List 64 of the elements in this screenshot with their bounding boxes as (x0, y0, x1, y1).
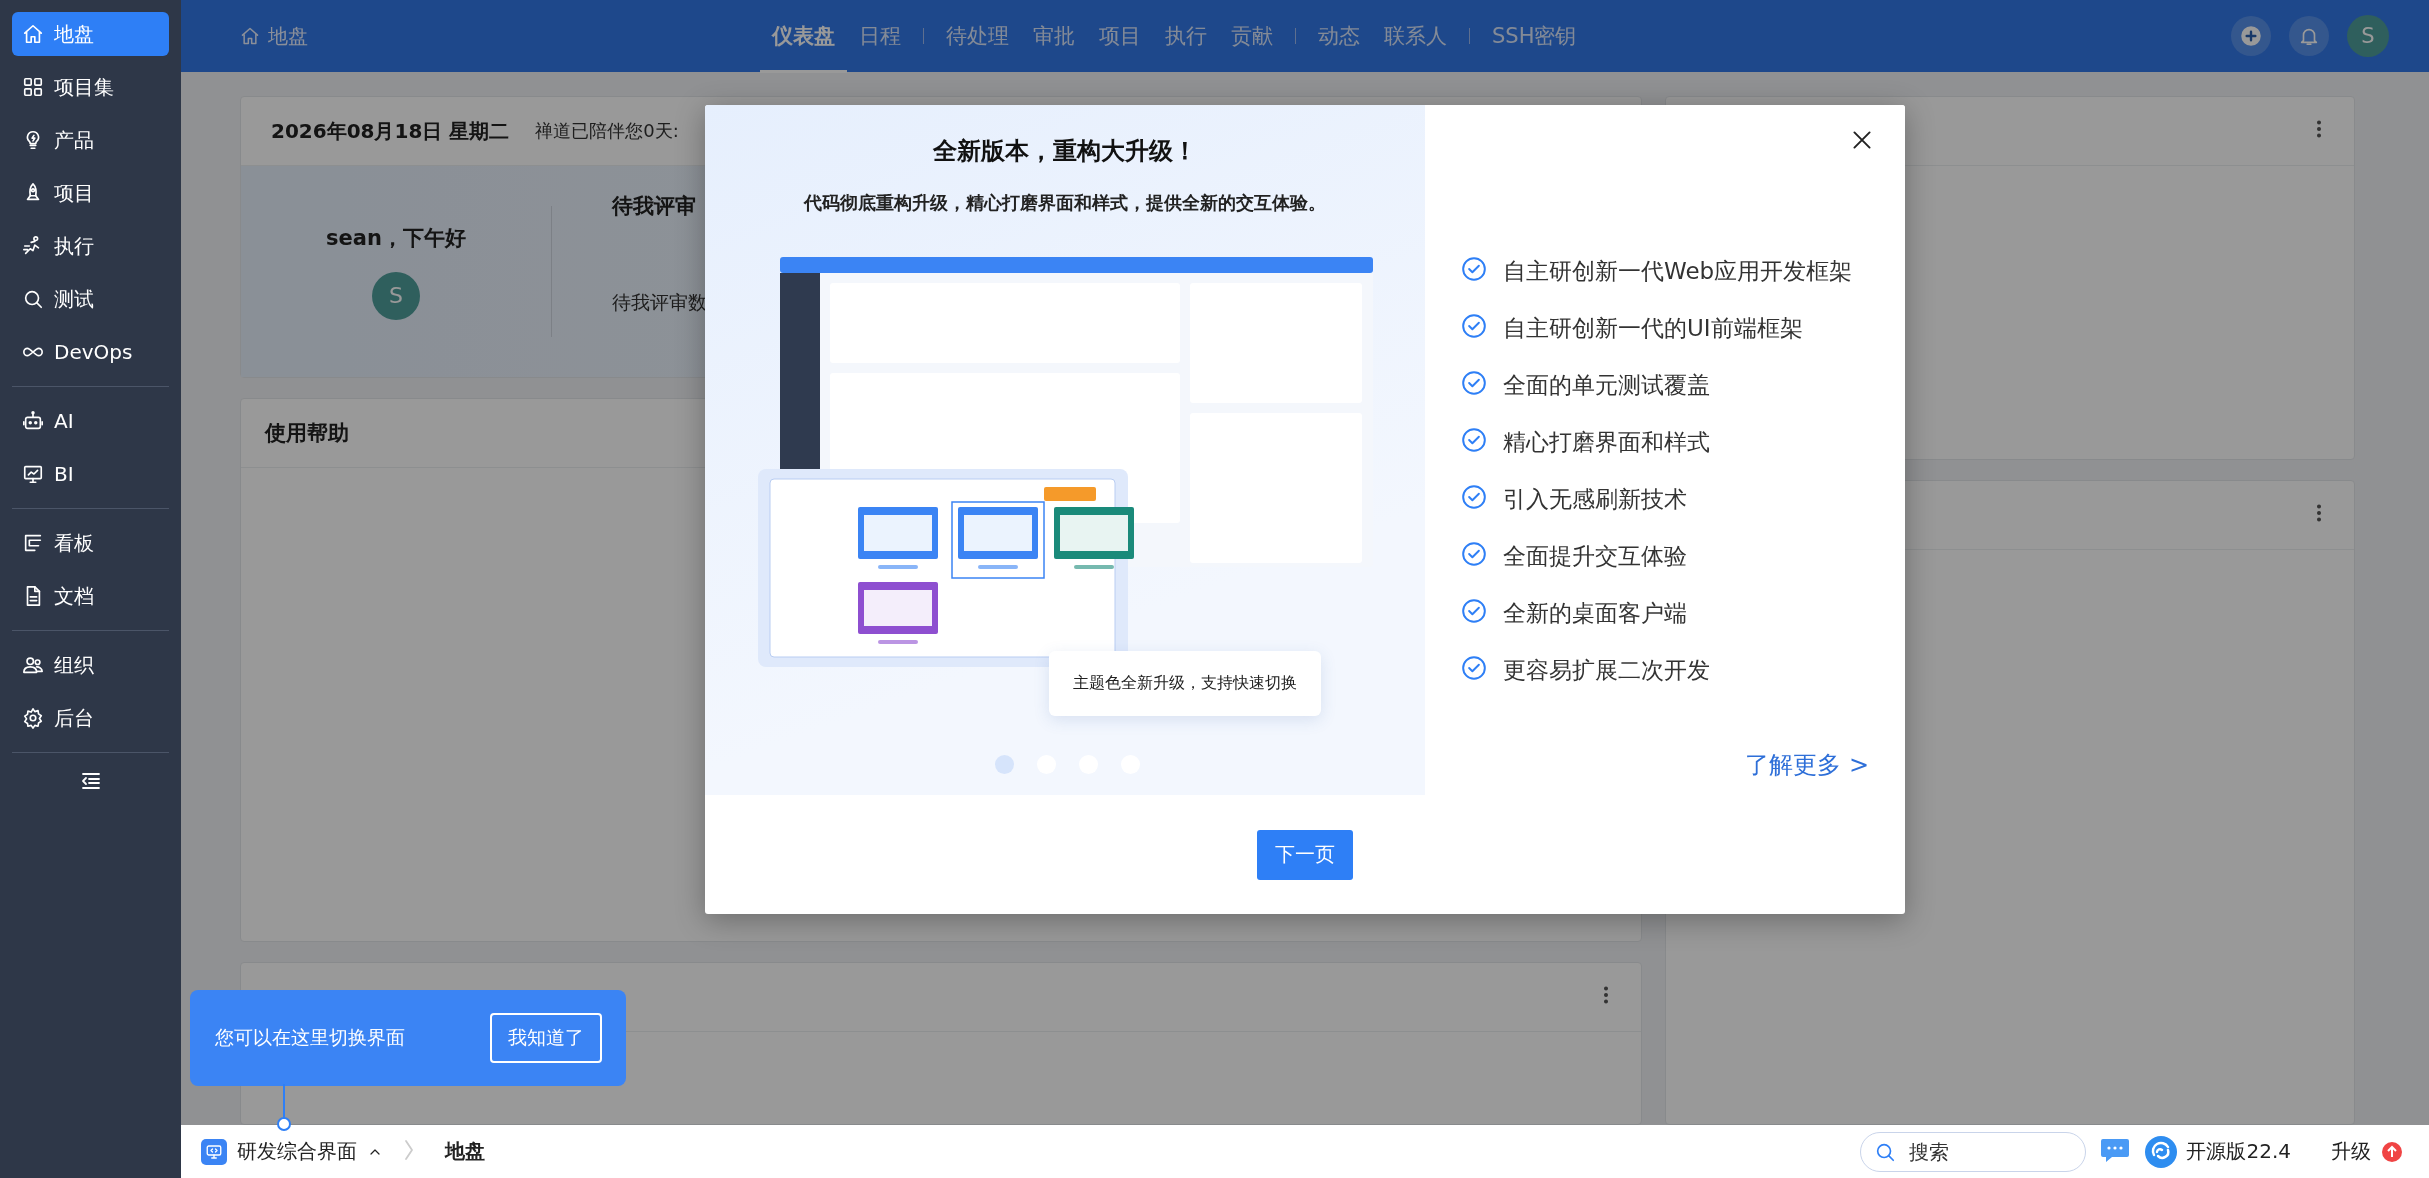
nav-tab[interactable]: 执行 (1153, 0, 1219, 73)
card-title: 使用帮助 (265, 420, 349, 447)
feature-text: 更容易扩展二次开发 (1503, 656, 1710, 685)
review-label: 待我评审数 (612, 290, 707, 315)
robot-icon (22, 410, 44, 432)
got-it-button[interactable]: 我知道了 (490, 1013, 602, 1063)
dialog-subtitle: 代码彻底重构升级，精心打磨界面和样式，提供全新的交互体验。 (804, 191, 1326, 215)
sidebar-item[interactable]: 文档 (12, 574, 169, 618)
nav-tab[interactable]: 审批 (1021, 0, 1087, 73)
chart-board-icon (22, 463, 44, 485)
date-text: 2026年08月18日 星期二 (271, 117, 510, 145)
swirl-logo-icon (2144, 1134, 2179, 1169)
feature-text: 全面的单元测试覆盖 (1503, 371, 1710, 400)
settings-icon (22, 707, 44, 729)
sidebar-item[interactable]: 看板 (12, 521, 169, 565)
home-icon (22, 23, 44, 45)
user-avatar: S (372, 271, 420, 320)
interface-switcher[interactable]: 研发综合界面 (201, 1138, 383, 1165)
feature-text: 精心打磨界面和样式 (1503, 428, 1710, 457)
dialog-title: 全新版本，重构大升级！ (933, 136, 1197, 167)
current-page-label: 地盘 (445, 1138, 485, 1165)
user-avatar[interactable]: S (2347, 15, 2389, 57)
sidebar-item[interactable]: DevOps (12, 330, 169, 374)
sidebar-item[interactable]: 后台 (12, 696, 169, 740)
next-page-button[interactable]: 下一页 (1257, 829, 1353, 880)
slide-caption: 主题色全新升级，支持快速切换 (1049, 651, 1321, 716)
sidebar-item[interactable]: 执行 (12, 224, 169, 268)
feature-text: 全新的桌面客户端 (1503, 599, 1687, 628)
search-icon (22, 288, 44, 310)
sidebar-item[interactable]: BI (12, 452, 169, 496)
feature-text: 自主研创新一代Web应用开发框架 (1503, 257, 1853, 286)
search-field[interactable]: 搜索 (1860, 1131, 2087, 1172)
tooltip-text: 您可以在这里切换界面 (215, 1025, 405, 1050)
nav-tab[interactable]: 动态 (1306, 0, 1372, 73)
sidebar-item[interactable]: 测试 (12, 277, 169, 321)
nav-tab[interactable]: SSH密钥 (1480, 0, 1589, 73)
greeting-text: sean，下午好 (326, 224, 466, 252)
pager-dot[interactable] (995, 755, 1014, 774)
learn-more-link[interactable]: 了解更多 > (1745, 749, 1869, 781)
home-icon (240, 26, 260, 46)
nav-tab[interactable]: 贡献 (1219, 0, 1285, 73)
breadcrumb-link[interactable]: 地盘 (268, 22, 308, 50)
sidebar-item[interactable]: 项目 (12, 171, 169, 215)
feature-text: 全面提升交互体验 (1503, 542, 1687, 571)
upgrade-button[interactable]: 升级 (2325, 1137, 2409, 1166)
users-icon (22, 654, 44, 676)
kanban-icon (22, 532, 44, 554)
nav-tab[interactable]: 联系人 (1372, 0, 1459, 73)
sidebar-item[interactable]: AI (12, 399, 169, 443)
sidebar-item[interactable]: 组织 (12, 643, 169, 687)
review-title: 待我评审 (612, 193, 697, 220)
nav-tab[interactable]: 待处理 (934, 0, 1021, 73)
sidebar-item[interactable]: 地盘 (12, 12, 169, 56)
nav-tab[interactable]: 仪表盘 (760, 0, 847, 73)
nav-tab[interactable]: 日程 (847, 0, 913, 73)
sidebar-item[interactable]: 项目集 (12, 65, 169, 109)
feature-text: 引入无感刷新技术 (1503, 485, 1687, 514)
monitor-icon (201, 1138, 227, 1165)
version-text: 开源版22.4 (2186, 1138, 2291, 1165)
nav-tab[interactable]: 项目 (1087, 0, 1153, 73)
feature-text: 自主研创新一代的UI前端框架 (1503, 314, 1803, 343)
companion-text: 禅道已陪伴您0天: (535, 119, 679, 143)
sidebar-item[interactable]: 产品 (12, 118, 169, 162)
grid-icon (22, 76, 44, 98)
